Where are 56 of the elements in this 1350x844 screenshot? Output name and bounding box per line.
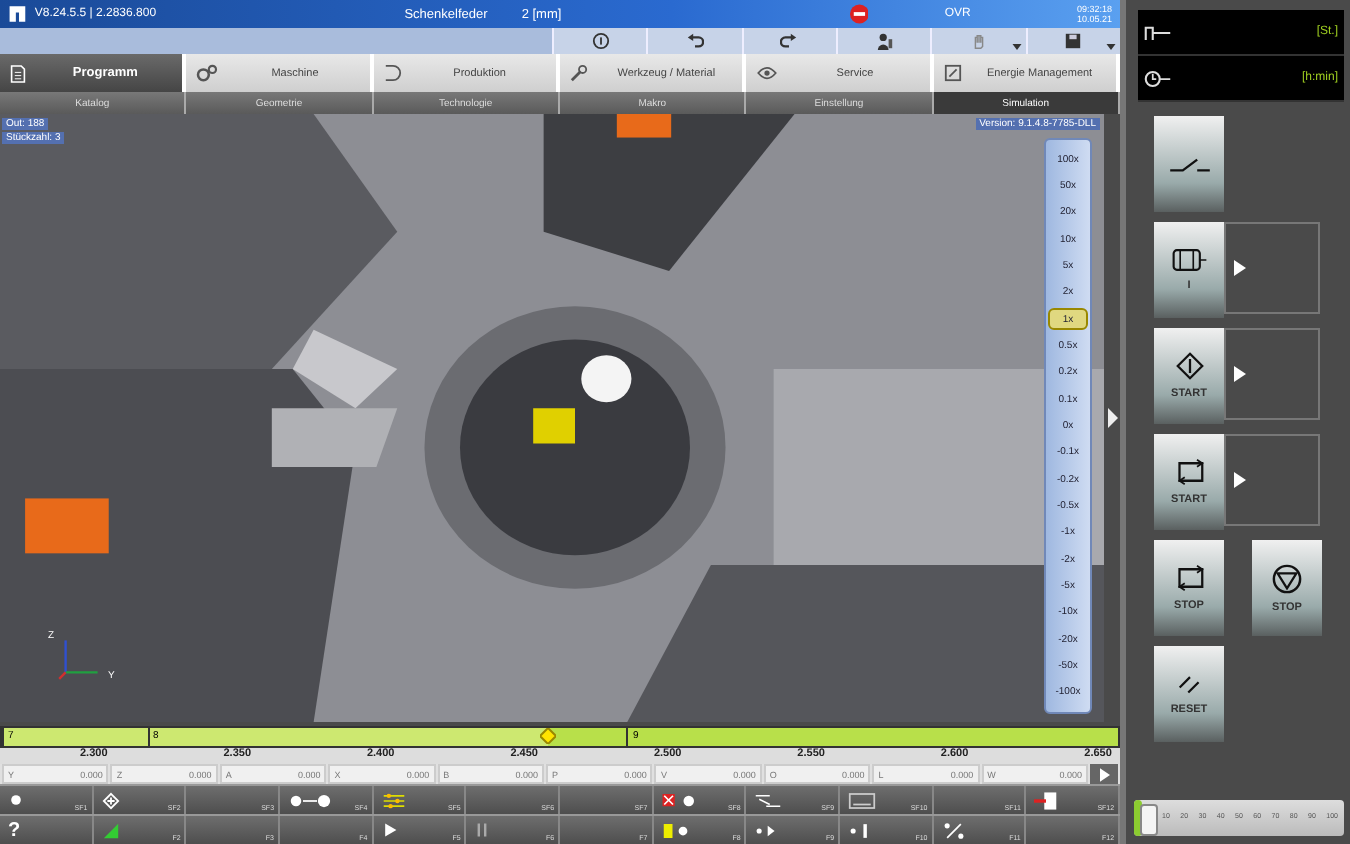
slider-thumb[interactable] (1140, 804, 1158, 836)
bracket-icon (383, 64, 402, 82)
eye-icon (756, 66, 779, 80)
reset-slash-icon (1177, 672, 1201, 696)
cycle-icon (1173, 564, 1205, 592)
user-icon (875, 32, 894, 50)
pause-icon (474, 822, 491, 838)
pieces-counter-icon (1144, 23, 1172, 41)
play-icon (1099, 767, 1110, 781)
undo-icon (685, 32, 704, 50)
sliders-icon (381, 791, 406, 809)
dot-bar-icon (848, 823, 873, 837)
clock-icon (1144, 69, 1172, 87)
wrench-icon (569, 64, 588, 82)
no-entry-icon (849, 4, 869, 24)
play-button[interactable] (1090, 764, 1119, 784)
exit-icon (1034, 791, 1059, 809)
percent-icon (941, 821, 966, 839)
redo-icon (780, 32, 799, 50)
hand-icon (969, 32, 988, 50)
expand-arrow-icon[interactable] (1234, 366, 1246, 382)
gears-icon (196, 64, 219, 82)
cycle-icon (1173, 458, 1205, 486)
dots-arrow-icon (754, 823, 779, 837)
delete-icon (661, 793, 698, 807)
document-icon (10, 63, 26, 83)
expand-arrow-icon[interactable] (1234, 260, 1246, 276)
redo-button[interactable] (741, 28, 836, 54)
battery-icon (661, 821, 690, 839)
expand-arrow-icon[interactable] (1107, 408, 1117, 428)
switch-button[interactable] (1154, 116, 1224, 212)
frame-icon (848, 791, 877, 809)
info-icon (591, 32, 610, 50)
light-icon (8, 792, 24, 808)
motor-icon (1171, 248, 1207, 272)
expand-arrow-icon[interactable] (1234, 472, 1246, 488)
user-button[interactable] (835, 28, 931, 54)
play-icon (381, 822, 398, 838)
axis-triad-icon (56, 634, 104, 682)
nc-swap-icon (754, 791, 783, 809)
stop-circle-icon (1272, 563, 1302, 593)
save-icon (1064, 32, 1083, 50)
signal-bars-icon (101, 821, 120, 839)
switch-icon (1167, 155, 1211, 173)
start-diamond-icon (1175, 352, 1203, 380)
softkey[interactable]: ? (0, 816, 94, 844)
info-button[interactable] (552, 28, 647, 54)
save-button[interactable] (1025, 28, 1120, 54)
light-arrow-icon (288, 793, 333, 807)
undo-button[interactable] (646, 28, 742, 54)
meter-icon (943, 64, 962, 82)
dropdown-caret-icon (1011, 44, 1022, 50)
diamond-plus-icon (101, 791, 120, 809)
logo-icon (8, 4, 27, 24)
dropdown-caret-icon (1105, 44, 1116, 50)
timeline-handle[interactable] (540, 728, 557, 744)
